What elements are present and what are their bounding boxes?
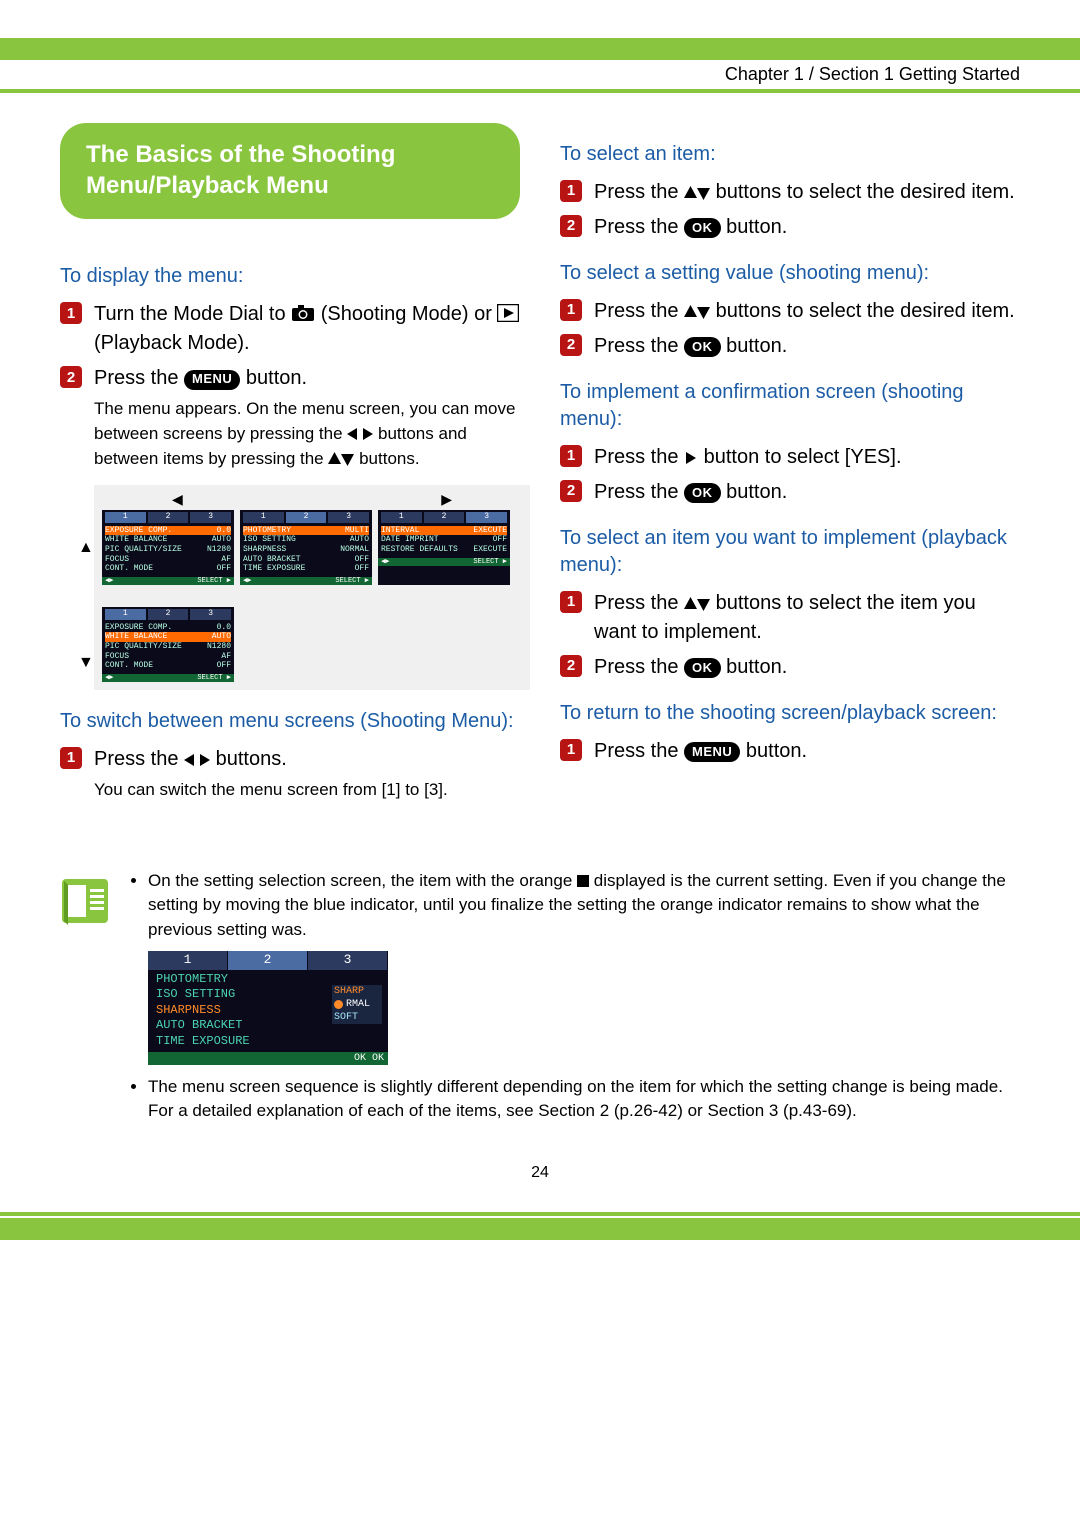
left-arrow-icon: ◀	[172, 491, 183, 508]
subhead-switch-screens: To switch between menu screens (Shooting…	[60, 708, 520, 735]
page-number: 24	[0, 1164, 1080, 1182]
left-right-arrow-icon	[184, 753, 210, 767]
note-icon	[60, 873, 110, 927]
ok-button-icon: OK	[684, 337, 721, 357]
subhead-playback-item: To select an item you want to implement …	[560, 525, 1020, 579]
step-return-1: Press the MENU button.	[560, 737, 1020, 766]
subhead-return: To return to the shooting screen/playbac…	[560, 700, 1020, 727]
step-confirm-2: Press the OK button.	[560, 478, 1020, 507]
playback-icon	[497, 304, 519, 322]
up-down-arrow-icon	[684, 305, 710, 319]
step-confirm-1: Press the button to select [YES].	[560, 443, 1020, 472]
up-down-arrow-icon	[328, 452, 354, 466]
note-bullet-1: On the setting selection screen, the ite…	[148, 869, 1020, 1065]
step-turn-mode-dial: Turn the Mode Dial to (Shooting Mode) or…	[60, 300, 520, 358]
ok-button-icon: OK	[684, 483, 721, 503]
subhead-select-item: To select an item:	[560, 141, 1020, 168]
ok-button-icon: OK	[684, 218, 721, 238]
mini-menu-1: 1 2 3 EXPOSURE COMP.0.0 WHITE BALANCEAUT…	[102, 510, 234, 585]
step-playback-2: Press the OK button.	[560, 653, 1020, 682]
note-bullet-2: The menu screen sequence is slightly dif…	[148, 1075, 1020, 1124]
note-menu-screenshot: 1 2 3 PHOTOMETRY ISO SETTING SHARPNESS A…	[148, 951, 388, 1065]
step-select-value-2: Press the OK button.	[560, 332, 1020, 361]
breadcrumb: Chapter 1 / Section 1 Getting Started	[725, 64, 1020, 85]
up-down-arrow-icon	[684, 597, 710, 611]
camera-icon	[291, 304, 315, 322]
subhead-select-value: To select a setting value (shooting menu…	[560, 260, 1020, 287]
menu-button-icon: MENU	[684, 742, 740, 762]
step-press-lr: Press the buttons. You can switch the me…	[60, 745, 520, 803]
right-arrow-icon: ▶	[441, 491, 452, 508]
down-arrow-icon: ▼	[78, 654, 94, 672]
menu-screenshot: ◀ ▶ ▲ ▼ 1 2 3 EXPOSURE COMP.0.0	[94, 485, 530, 690]
step-select-item-2: Press the OK button.	[560, 213, 1020, 242]
step-select-item-1: Press the buttons to select the desired …	[560, 178, 1020, 207]
menu-button-icon: MENU	[184, 370, 240, 390]
square-icon	[577, 875, 589, 887]
step-select-value-1: Press the buttons to select the desired …	[560, 297, 1020, 326]
subhead-confirmation: To implement a confirmation screen (shoo…	[560, 379, 1020, 433]
ok-button-icon: OK	[684, 658, 721, 678]
mini-menu-3: 1 2 3 INTERVALEXECUTE DATE IMPRINTOFF RE…	[378, 510, 510, 585]
step-press-menu: Press the MENU button. The menu appears.…	[60, 364, 520, 471]
up-down-arrow-icon	[684, 186, 710, 200]
mini-menu-2: 1 2 3 PHOTOMETRYMULTI ISO SETTINGAUTO SH…	[240, 510, 372, 585]
subhead-display-menu: To display the menu:	[60, 263, 520, 290]
right-arrow-icon	[684, 451, 698, 465]
orange-indicator-icon	[334, 1000, 343, 1009]
up-arrow-icon: ▲	[78, 539, 94, 557]
section-title: The Basics of the Shooting Menu/Playback…	[60, 123, 520, 219]
left-right-arrow-icon	[347, 427, 373, 441]
mini-menu-1b: 1 2 3 EXPOSURE COMP.0.0 WHITE BALANCEAUT…	[102, 607, 234, 682]
step-playback-1: Press the buttons to select the item you…	[560, 589, 1020, 647]
